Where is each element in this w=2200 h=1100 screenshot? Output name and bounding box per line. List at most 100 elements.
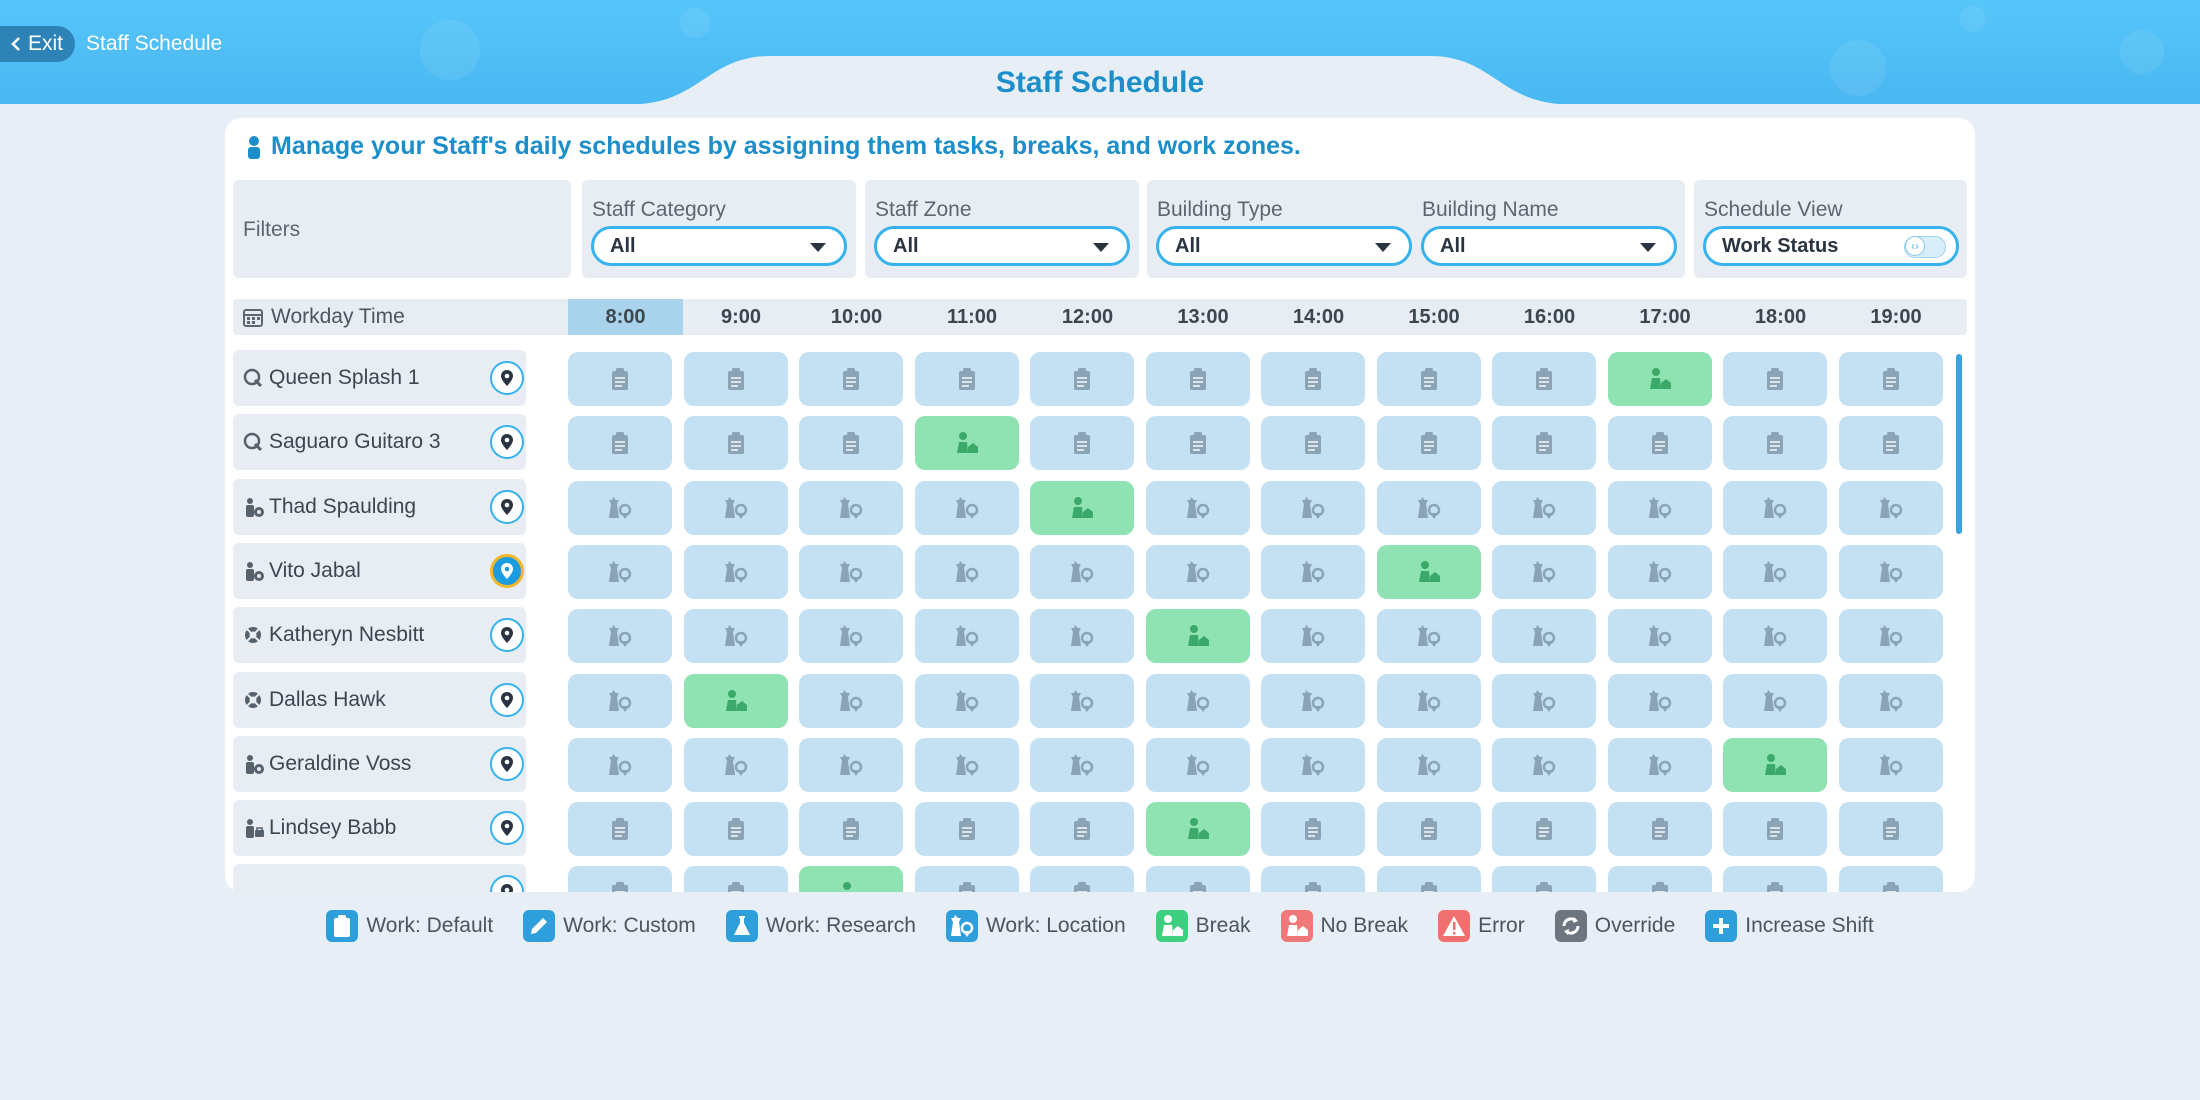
work-slot[interactable]: [568, 609, 672, 664]
work-slot[interactable]: [1030, 609, 1134, 664]
staff-name-cell[interactable]: Geraldine Voss: [233, 735, 526, 792]
work-slot[interactable]: [1376, 352, 1481, 406]
location-pin-button[interactable]: [490, 682, 524, 717]
work-slot[interactable]: [1838, 480, 1943, 535]
work-slot[interactable]: [683, 609, 788, 664]
work-slot[interactable]: [1723, 866, 1827, 892]
work-slot[interactable]: [1376, 802, 1481, 857]
work-slot[interactable]: [1376, 866, 1481, 892]
staff-name-cell[interactable]: Katheryn Nesbitt: [233, 607, 526, 664]
work-slot[interactable]: [1376, 416, 1481, 471]
work-slot[interactable]: [1261, 416, 1365, 471]
work-slot[interactable]: [1145, 544, 1250, 599]
work-slot[interactable]: [1376, 737, 1481, 792]
work-slot[interactable]: [914, 802, 1019, 857]
work-slot[interactable]: [683, 802, 788, 857]
work-slot[interactable]: [799, 673, 903, 728]
work-slot[interactable]: [1261, 609, 1365, 664]
work-slot[interactable]: [914, 352, 1019, 406]
work-slot[interactable]: [1145, 673, 1250, 728]
work-slot[interactable]: [799, 416, 903, 471]
work-slot[interactable]: [1261, 802, 1365, 857]
staff-name-cell[interactable]: Vito Jabal: [233, 542, 526, 599]
work-slot[interactable]: [568, 802, 672, 857]
break-slot[interactable]: [799, 866, 903, 892]
location-pin-button[interactable]: [490, 811, 524, 846]
staff-name-cell[interactable]: [233, 864, 526, 892]
work-slot[interactable]: [799, 802, 903, 857]
work-slot[interactable]: [1723, 609, 1827, 664]
work-slot[interactable]: [914, 673, 1019, 728]
building-name-select[interactable]: All: [1421, 226, 1677, 266]
work-slot[interactable]: [799, 609, 903, 664]
break-slot[interactable]: [683, 673, 788, 728]
work-slot[interactable]: [1030, 544, 1134, 599]
staff-name-cell[interactable]: Thad Spaulding: [233, 478, 526, 535]
view-toggle[interactable]: ‹›: [1904, 236, 1946, 258]
work-slot[interactable]: [1838, 866, 1943, 892]
location-pin-button[interactable]: [490, 618, 524, 653]
break-slot[interactable]: [1607, 352, 1712, 406]
work-slot[interactable]: [914, 609, 1019, 664]
work-slot[interactable]: [799, 544, 903, 599]
break-slot[interactable]: [1145, 609, 1250, 664]
work-slot[interactable]: [1145, 866, 1250, 892]
location-pin-button[interactable]: [490, 425, 524, 460]
work-slot[interactable]: [1838, 737, 1943, 792]
work-slot[interactable]: [1145, 416, 1250, 471]
work-slot[interactable]: [1838, 673, 1943, 728]
work-slot[interactable]: [914, 544, 1019, 599]
staff-category-select[interactable]: All: [591, 226, 847, 266]
break-slot[interactable]: [1376, 544, 1481, 599]
work-slot[interactable]: [1030, 416, 1134, 471]
work-slot[interactable]: [1030, 673, 1134, 728]
work-slot[interactable]: [1723, 802, 1827, 857]
location-pin-button[interactable]: [490, 361, 524, 395]
break-slot[interactable]: [1145, 802, 1250, 857]
work-slot[interactable]: [1492, 544, 1596, 599]
work-slot[interactable]: [1261, 352, 1365, 406]
work-slot[interactable]: [1261, 480, 1365, 535]
work-slot[interactable]: [683, 416, 788, 471]
work-slot[interactable]: [1838, 352, 1943, 406]
work-slot[interactable]: [1607, 544, 1712, 599]
work-slot[interactable]: [1607, 737, 1712, 792]
work-slot[interactable]: [1492, 802, 1596, 857]
break-slot[interactable]: [914, 416, 1019, 471]
work-slot[interactable]: [1261, 673, 1365, 728]
work-slot[interactable]: [568, 737, 672, 792]
work-slot[interactable]: [1030, 866, 1134, 892]
work-slot[interactable]: [683, 544, 788, 599]
work-slot[interactable]: [1607, 416, 1712, 471]
work-slot[interactable]: [1723, 544, 1827, 599]
work-slot[interactable]: [568, 866, 672, 892]
work-slot[interactable]: [1492, 609, 1596, 664]
break-slot[interactable]: [1723, 737, 1827, 792]
staff-name-cell[interactable]: Saguaro Guitaro 3: [233, 414, 526, 471]
work-slot[interactable]: [1607, 609, 1712, 664]
work-slot[interactable]: [1723, 352, 1827, 406]
work-slot[interactable]: [568, 416, 672, 471]
work-slot[interactable]: [1838, 544, 1943, 599]
work-slot[interactable]: [1376, 480, 1481, 535]
work-slot[interactable]: [1607, 802, 1712, 857]
location-pin-button[interactable]: [490, 875, 524, 892]
schedule-view-select[interactable]: Work Status ‹›: [1703, 226, 1959, 266]
work-slot[interactable]: [1492, 673, 1596, 728]
work-slot[interactable]: [683, 352, 788, 406]
work-slot[interactable]: [1492, 480, 1596, 535]
staff-zone-select[interactable]: All: [874, 226, 1130, 266]
staff-name-cell[interactable]: Queen Splash 1: [233, 350, 526, 406]
work-slot[interactable]: [1607, 673, 1712, 728]
work-slot[interactable]: [914, 480, 1019, 535]
exit-button[interactable]: Exit: [0, 26, 76, 62]
location-pin-button[interactable]: [490, 746, 524, 781]
work-slot[interactable]: [1723, 480, 1827, 535]
work-slot[interactable]: [1030, 802, 1134, 857]
work-slot[interactable]: [799, 737, 903, 792]
work-slot[interactable]: [683, 480, 788, 535]
work-slot[interactable]: [799, 480, 903, 535]
work-slot[interactable]: [1492, 866, 1596, 892]
work-slot[interactable]: [1261, 544, 1365, 599]
work-slot[interactable]: [1838, 416, 1943, 471]
